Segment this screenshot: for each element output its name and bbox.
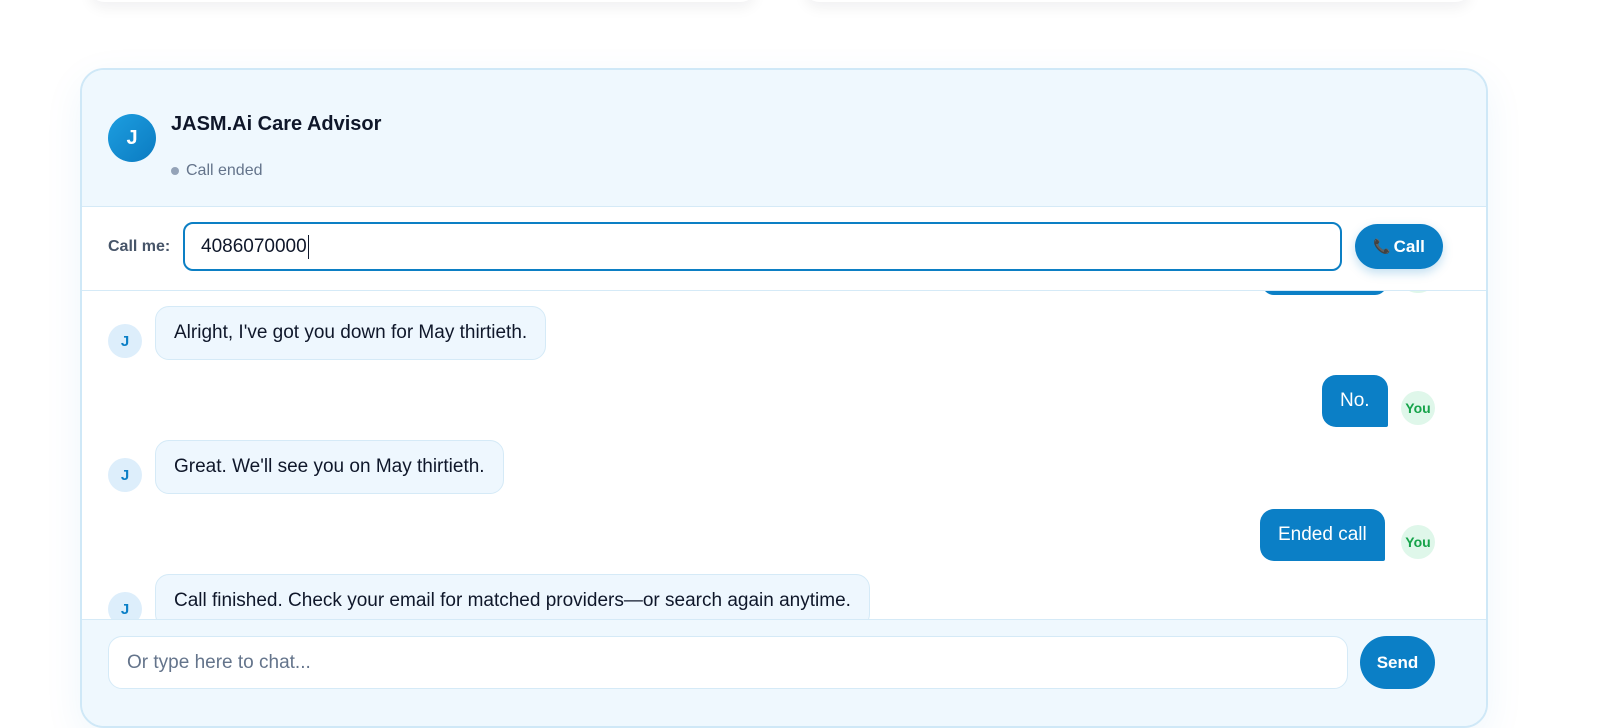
previous-card-bottom — [90, 0, 755, 2]
ai-message-bubble: Great. We'll see you on May thirtieth. — [155, 440, 504, 494]
text-caret — [307, 234, 309, 259]
call-me-row: Call me: 4086070000 📞 Call — [82, 207, 1486, 291]
message-list[interactable]: J Alright, I've got you down for May thi… — [82, 291, 1486, 619]
previous-card-bottom — [805, 0, 1470, 2]
user-message-bubble — [1262, 291, 1387, 295]
chat-input[interactable] — [108, 636, 1348, 689]
advisor-avatar: J — [108, 114, 156, 162]
status-dot-icon — [171, 167, 179, 175]
ai-message-bubble: Alright, I've got you down for May thirt… — [155, 306, 547, 360]
call-me-label: Call me: — [108, 238, 171, 255]
user-avatar: You — [1401, 525, 1435, 559]
ai-avatar: J — [108, 324, 142, 358]
ai-avatar: J — [108, 592, 142, 619]
advisor-title: JASM.Ai Care Advisor — [171, 113, 382, 135]
user-avatar: You — [1401, 391, 1435, 425]
user-message-bubble: No. — [1322, 375, 1388, 427]
phone-number-input[interactable]: 4086070000 — [183, 222, 1342, 271]
ai-message-bubble: Call finished. Check your email for matc… — [155, 574, 870, 619]
call-status-text: Call ended — [186, 162, 263, 179]
call-status: Call ended — [171, 162, 263, 180]
send-button[interactable]: Send — [1360, 636, 1435, 689]
chat-header: J JASM.Ai Care Advisor Call ended — [82, 70, 1486, 207]
user-message-bubble: Ended call — [1260, 509, 1385, 561]
chat-panel: J JASM.Ai Care Advisor Call ended Call m… — [80, 68, 1488, 728]
chat-composer: Send — [82, 619, 1486, 726]
user-avatar — [1401, 291, 1435, 293]
phone-icon: 📞 — [1373, 238, 1391, 254]
call-button[interactable]: 📞 Call — [1355, 224, 1443, 269]
call-button-label: Call — [1393, 236, 1425, 256]
ai-avatar: J — [108, 458, 142, 492]
phone-number-value: 4086070000 — [201, 235, 307, 257]
